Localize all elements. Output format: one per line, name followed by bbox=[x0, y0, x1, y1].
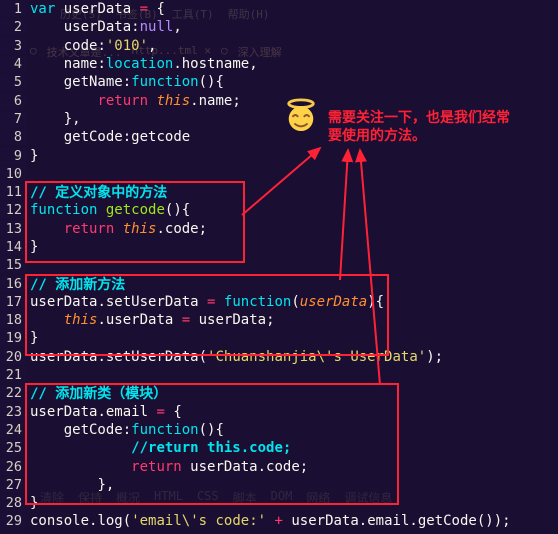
line-number: 17 bbox=[0, 294, 26, 310]
line-number: 9 bbox=[0, 148, 26, 164]
annotation-text: 需要关注一下，也是我们经常 要使用的方法。 bbox=[328, 108, 510, 144]
code-line[interactable]: //return this.code; bbox=[26, 440, 291, 456]
line-number: 10 bbox=[0, 166, 26, 182]
code-line[interactable]: // 定义对象中的方法 bbox=[26, 182, 167, 202]
code-line[interactable]: } bbox=[26, 330, 38, 346]
line-number: 12 bbox=[0, 202, 26, 218]
angel-emoji-icon bbox=[284, 98, 318, 132]
code-line[interactable]: getCode:getcode bbox=[26, 129, 190, 145]
code-line[interactable]: }, bbox=[26, 477, 114, 493]
code-line[interactable]: this.userData = userData; bbox=[26, 312, 275, 328]
line-number: 2 bbox=[0, 19, 26, 35]
line-number: 8 bbox=[0, 129, 26, 145]
line-number: 27 bbox=[0, 477, 26, 493]
line-number: 29 bbox=[0, 513, 26, 529]
line-number: 24 bbox=[0, 422, 26, 438]
line-number: 15 bbox=[0, 257, 26, 273]
line-number: 5 bbox=[0, 74, 26, 90]
code-line[interactable]: console.log('email\'s code:' + userData.… bbox=[26, 513, 511, 529]
code-line[interactable]: name:location.hostname, bbox=[26, 56, 258, 72]
line-number: 20 bbox=[0, 349, 26, 365]
line-number: 4 bbox=[0, 56, 26, 72]
code-line[interactable]: userData.email = { bbox=[26, 404, 182, 420]
code-line[interactable]: userData.setUserData('Chuanshanjia\'s Us… bbox=[26, 349, 443, 365]
code-editor[interactable]: 历史(S)书签(B)工具(T)帮助(H) ○技术文章是...Http...tml… bbox=[0, 0, 558, 534]
code-line[interactable]: var userData = { bbox=[26, 1, 165, 17]
code-line[interactable]: code:'010', bbox=[26, 38, 156, 54]
code-line[interactable]: // 添加新类（模块） bbox=[26, 383, 167, 403]
code-line[interactable]: }, bbox=[26, 111, 81, 127]
code-line[interactable]: } bbox=[26, 495, 38, 511]
line-number: 16 bbox=[0, 276, 26, 292]
code-line[interactable]: return userData.code; bbox=[26, 459, 308, 475]
line-number: 23 bbox=[0, 404, 26, 420]
line-number: 13 bbox=[0, 221, 26, 237]
code-line[interactable]: userData:null, bbox=[26, 19, 182, 35]
code-line[interactable]: function getcode(){ bbox=[26, 202, 190, 218]
code-line[interactable]: // 添加新方法 bbox=[26, 274, 125, 294]
line-number: 7 bbox=[0, 111, 26, 127]
code-line[interactable]: userData.setUserData = function(userData… bbox=[26, 294, 384, 310]
line-number: 14 bbox=[0, 239, 26, 255]
line-number: 19 bbox=[0, 330, 26, 346]
code-line[interactable]: return this.code; bbox=[26, 221, 207, 237]
line-number: 25 bbox=[0, 440, 26, 456]
line-number: 18 bbox=[0, 312, 26, 328]
code-line[interactable]: } bbox=[26, 239, 38, 255]
code-line[interactable]: } bbox=[26, 148, 38, 164]
line-number: 26 bbox=[0, 459, 26, 475]
code-line[interactable]: getCode:function(){ bbox=[26, 422, 224, 438]
line-number: 22 bbox=[0, 385, 26, 401]
line-number: 6 bbox=[0, 93, 26, 109]
line-number: 1 bbox=[0, 1, 26, 17]
line-number: 28 bbox=[0, 495, 26, 511]
line-number: 11 bbox=[0, 184, 26, 200]
line-number: 21 bbox=[0, 367, 26, 383]
code-line[interactable]: getName:function(){ bbox=[26, 74, 224, 90]
line-number: 3 bbox=[0, 38, 26, 54]
code-line[interactable]: return this.name; bbox=[26, 93, 241, 109]
